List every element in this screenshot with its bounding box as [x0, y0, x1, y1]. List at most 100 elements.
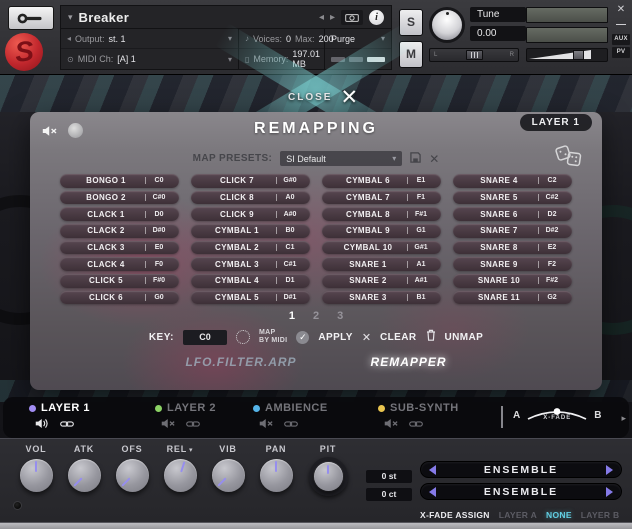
knob-atk[interactable]: ATK: [60, 444, 108, 496]
map-key-button[interactable]: CLICK 6 G0: [60, 290, 179, 305]
clear-button[interactable]: CLEAR: [380, 332, 416, 343]
map-key-button[interactable]: SNARE 4 C2: [453, 174, 572, 188]
knob-dial[interactable]: [115, 459, 149, 492]
layerbar-next-icon[interactable]: ▸: [621, 413, 626, 424]
map-key-button[interactable]: BONGO 1 C0: [60, 174, 179, 188]
map-by-midi-label[interactable]: MAP BY MIDI: [259, 329, 287, 345]
tab-remapper[interactable]: REMAPPER: [371, 355, 447, 369]
pv-button[interactable]: PV: [612, 47, 630, 58]
pan-handle[interactable]: [466, 50, 483, 60]
link-icon[interactable]: [284, 416, 298, 434]
preset-select[interactable]: SI Default ▾: [280, 151, 403, 166]
tune-value[interactable]: 0.00: [470, 26, 526, 41]
close-panel-button[interactable]: CLOSE ✕: [288, 85, 358, 110]
apply-button[interactable]: APPLY: [318, 332, 352, 343]
map-key-button[interactable]: CYMBAL 8 F#1: [322, 207, 441, 221]
aux-button[interactable]: AUX: [612, 34, 630, 45]
knob-dial[interactable]: [259, 459, 293, 492]
layer-tab-layer-2[interactable]: LAYER 2: [155, 402, 216, 434]
knob-dial[interactable]: [313, 462, 343, 491]
dropdown-caret-icon[interactable]: ▾: [189, 447, 193, 454]
map-key-button[interactable]: CYMBAL 6 E1: [322, 174, 441, 188]
map-key-button[interactable]: BONGO 2 C#0: [60, 190, 179, 205]
speaker-muted-icon[interactable]: [384, 416, 399, 434]
speaker-on-icon[interactable]: [35, 416, 50, 434]
map-key-button[interactable]: SNARE 11 G2: [453, 290, 572, 305]
remove-instrument-button[interactable]: ✕: [617, 4, 625, 17]
knob-pan[interactable]: PAN: [252, 444, 300, 496]
layer-tab-layer-1[interactable]: LAYER 1: [29, 402, 90, 434]
knob-vol[interactable]: VOL: [12, 444, 60, 496]
map-key-button[interactable]: CLICK 9 A#0: [191, 207, 310, 221]
map-key-button[interactable]: CYMBAL 3 C#1: [191, 257, 310, 271]
map-key-button[interactable]: SNARE 5 C#2: [453, 190, 572, 205]
xfade-option-layer-b[interactable]: LAYER B: [581, 510, 620, 520]
save-preset-icon[interactable]: [410, 152, 422, 165]
map-key-button[interactable]: CYMBAL 1 B0: [191, 224, 310, 238]
link-icon[interactable]: [409, 416, 423, 434]
map-key-button[interactable]: CLICK 5 F#0: [60, 274, 179, 288]
map-key-button[interactable]: CYMBAL 5 D#1: [191, 290, 310, 305]
volume-handle[interactable]: [573, 50, 584, 60]
knob-vib[interactable]: VIB: [204, 444, 252, 496]
prev-instrument-icon[interactable]: ◂: [319, 12, 324, 23]
tools-button[interactable]: [8, 6, 54, 30]
map-key-button[interactable]: SNARE 7 D#2: [453, 224, 572, 238]
map-key-button[interactable]: SNARE 1 A1: [322, 257, 441, 271]
knob-dial[interactable]: [211, 459, 245, 492]
page-button-3[interactable]: 3: [337, 310, 343, 322]
map-key-button[interactable]: CYMBAL 7 F1: [322, 190, 441, 205]
layer-tab-sub-synth[interactable]: SUB-SYNTH: [378, 402, 459, 434]
pitch-semitones-value[interactable]: 0 st: [366, 470, 412, 483]
trash-icon[interactable]: [426, 328, 436, 346]
ensemble-selector-1[interactable]: ENSEMBLE: [420, 461, 622, 478]
tune-knob[interactable]: [429, 7, 465, 43]
apply-check-icon[interactable]: ✓: [296, 330, 310, 344]
link-icon[interactable]: [60, 416, 74, 434]
map-key-button[interactable]: CLACK 3 E0: [60, 240, 179, 255]
delete-preset-icon[interactable]: ✕: [429, 153, 439, 165]
map-key-button[interactable]: SNARE 8 E2: [453, 240, 572, 255]
key-input[interactable]: [182, 329, 227, 345]
knob-dial[interactable]: [19, 459, 53, 492]
page-button-1[interactable]: 1: [289, 310, 295, 322]
ensemble-selector-2[interactable]: ENSEMBLE: [420, 483, 622, 500]
link-icon[interactable]: [186, 416, 200, 434]
map-key-button[interactable]: SNARE 9 F2: [453, 257, 572, 271]
knob-rel[interactable]: REL ▾: [156, 444, 204, 496]
next-instrument-icon[interactable]: ▸: [330, 12, 335, 23]
map-key-button[interactable]: SNARE 3 B1: [322, 290, 441, 305]
map-key-button[interactable]: CYMBAL 10 G#1: [322, 240, 441, 255]
midi-channel-row[interactable]: ⊙ MIDI Ch: [A] 1 ▾: [61, 49, 238, 69]
snapshot-camera-button[interactable]: [341, 9, 363, 25]
map-key-button[interactable]: SNARE 2 A#1: [322, 274, 441, 288]
pitch-cents-value[interactable]: 0 ct: [366, 488, 412, 501]
map-key-button[interactable]: CYMBAL 9 G1: [322, 224, 441, 238]
map-key-button[interactable]: CLACK 4 F0: [60, 257, 179, 271]
xfade-arc-slider[interactable]: X-FADE: [526, 403, 588, 428]
clear-x-icon[interactable]: ✕: [362, 331, 371, 344]
info-button[interactable]: i: [369, 9, 384, 25]
next-arrow-icon[interactable]: [606, 464, 613, 475]
map-key-button[interactable]: CLACK 1 D0: [60, 207, 179, 221]
map-key-button[interactable]: CLACK 2 D#0: [60, 224, 179, 238]
prev-arrow-icon[interactable]: [429, 464, 436, 475]
map-key-button[interactable]: SNARE 10 F#2: [453, 274, 572, 288]
tab-lfo-filter-arp[interactable]: LFO.FILTER.ARP: [185, 355, 296, 369]
speaker-muted-icon[interactable]: [161, 416, 176, 434]
map-key-button[interactable]: CYMBAL 2 C1: [191, 240, 310, 255]
knob-dial[interactable]: [163, 459, 197, 492]
minimize-instrument-button[interactable]: —: [616, 19, 626, 32]
prev-arrow-icon[interactable]: [429, 486, 436, 497]
layer-tab-ambience[interactable]: AMBIENCE: [253, 402, 328, 434]
map-key-button[interactable]: SNARE 6 D2: [453, 207, 572, 221]
volume-slider[interactable]: [526, 48, 608, 62]
map-key-button[interactable]: CYMBAL 4 D1: [191, 274, 310, 288]
pan-slider[interactable]: L R: [429, 48, 519, 62]
map-key-button[interactable]: CLICK 7 G#0: [191, 174, 310, 188]
knob-dial[interactable]: [67, 459, 101, 492]
unmap-button[interactable]: UNMAP: [445, 332, 484, 343]
speaker-muted-icon[interactable]: [259, 416, 274, 434]
xfade-option-none[interactable]: NONE: [546, 510, 572, 520]
xfade-option-layer-a[interactable]: LAYER A: [499, 510, 537, 520]
